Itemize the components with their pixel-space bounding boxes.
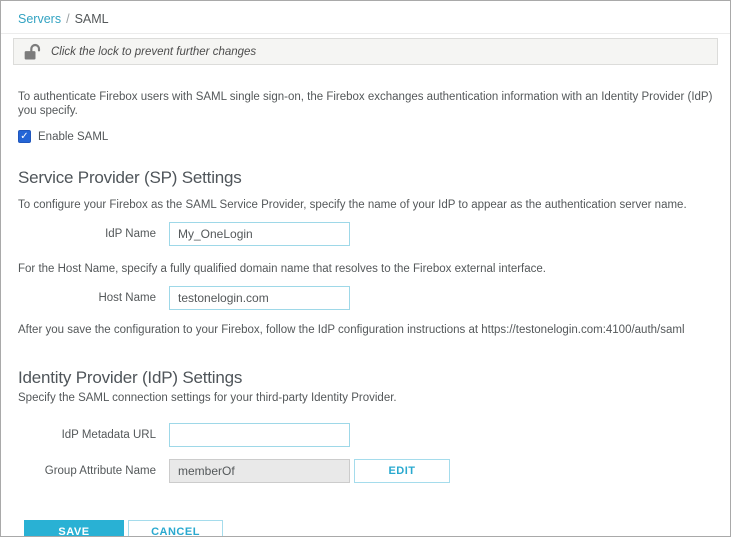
cancel-button[interactable]: CANCEL bbox=[128, 520, 223, 536]
breadcrumb: Servers / SAML bbox=[1, 1, 730, 34]
group-attribute-name-label: Group Attribute Name bbox=[44, 465, 156, 477]
sp-section-description: To configure your Firebox as the SAML Se… bbox=[18, 199, 687, 211]
breadcrumb-current-saml: SAML bbox=[74, 12, 109, 26]
breadcrumb-link-servers[interactable]: Servers bbox=[18, 12, 61, 26]
idp-metadata-url-input[interactable] bbox=[169, 423, 350, 447]
breadcrumb-separator: / bbox=[66, 12, 70, 26]
saml-settings-page: Servers / SAML Click the lock to prevent f… bbox=[0, 0, 731, 537]
enable-saml-label: Enable SAML bbox=[38, 130, 109, 143]
idp-section-description: Specify the SAML connection settings for… bbox=[18, 392, 397, 404]
enable-saml-checkbox-row[interactable]: ✓ Enable SAML bbox=[18, 130, 713, 143]
host-name-input[interactable] bbox=[169, 286, 350, 310]
group-attribute-field-row: Group Attribute Name EDIT bbox=[18, 459, 713, 483]
sp-section-title: Service Provider (SP) Settings bbox=[18, 168, 242, 187]
intro-text: To authenticate Firebox users with SAML … bbox=[18, 91, 713, 117]
actions-row: SAVE CANCEL bbox=[24, 520, 730, 536]
lock-bar[interactable]: Click the lock to prevent further change… bbox=[13, 38, 718, 65]
idp-metadata-url-field-row: IdP Metadata URL bbox=[18, 423, 713, 447]
host-name-note: For the Host Name, specify a fully quali… bbox=[18, 263, 546, 275]
enable-saml-checkbox[interactable]: ✓ bbox=[18, 130, 31, 143]
idp-name-input[interactable] bbox=[169, 222, 350, 246]
lock-bar-message: Click the lock to prevent further change… bbox=[51, 45, 257, 58]
idp-name-label: IdP Name bbox=[105, 228, 156, 240]
unlocked-padlock-icon[interactable] bbox=[23, 42, 43, 62]
idp-section-title: Identity Provider (IdP) Settings bbox=[18, 368, 243, 387]
host-name-label: Host Name bbox=[98, 292, 156, 304]
group-attribute-name-input bbox=[169, 459, 350, 483]
post-save-note: After you save the configuration to your… bbox=[18, 324, 685, 336]
idp-metadata-url-label: IdP Metadata URL bbox=[61, 429, 156, 441]
edit-group-attribute-button[interactable]: EDIT bbox=[354, 459, 450, 483]
content-area: To authenticate Firebox users with SAML … bbox=[1, 90, 730, 483]
idp-name-field-row: IdP Name bbox=[18, 222, 713, 246]
save-button[interactable]: SAVE bbox=[24, 520, 124, 536]
host-name-field-row: Host Name bbox=[18, 286, 713, 310]
